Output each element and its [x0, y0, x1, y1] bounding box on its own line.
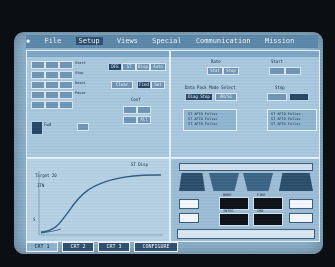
field-label-stop: Stop	[75, 71, 84, 75]
menu-bar: ◆ File Setup Views Special Communication…	[26, 35, 318, 48]
shape-2	[209, 173, 239, 191]
menu-special[interactable]: Special	[152, 37, 182, 45]
left-list: ST AFTO Fullsc ST AFTO Fullsc ST AFTO Fu…	[183, 109, 237, 131]
diag-stop-button[interactable]: Diag Stop	[185, 93, 213, 101]
stop-field-2[interactable]	[289, 93, 309, 101]
find-button[interactable]: Find	[137, 81, 151, 89]
checkbox-block-1[interactable]	[31, 121, 43, 135]
tab-crt-3[interactable]: CRT 3	[98, 242, 130, 252]
graph-panel: ST Disp Target 20 1TN S	[26, 158, 170, 242]
bottom-readout	[177, 229, 315, 239]
field-1[interactable]	[31, 61, 45, 69]
left-list-item[interactable]: ST AFTO Fullsc	[188, 122, 218, 126]
monitor-bezel: ◆ File Setup Views Special Communication…	[0, 0, 335, 267]
right-list-item[interactable]: ST AFTO Fullsc	[271, 117, 301, 121]
conf-button-2[interactable]	[137, 106, 151, 114]
stop-label: Stop	[275, 85, 285, 90]
left-box-2[interactable]	[179, 213, 199, 223]
st-button[interactable]: ST	[122, 63, 136, 71]
right-box-2[interactable]	[289, 213, 313, 223]
tab-crt-2[interactable]: CRT 2	[62, 242, 94, 252]
start-button[interactable]	[269, 67, 285, 75]
integ-box-label: INTEG	[223, 209, 234, 213]
tab-crt-1[interactable]: CRT 1	[26, 242, 58, 252]
all-button[interactable]: All	[137, 116, 151, 124]
disp-button[interactable]: Disp	[136, 63, 150, 71]
field-8[interactable]	[45, 81, 59, 89]
start-label: Start	[271, 59, 284, 64]
conf-label: Conf	[131, 97, 141, 102]
fwd-label: Fwd	[44, 122, 52, 127]
field-label-start: Start	[75, 61, 86, 65]
menu-setup[interactable]: Setup	[75, 37, 103, 45]
auto-button[interactable]: Auto	[150, 63, 166, 71]
field-12[interactable]	[59, 91, 73, 99]
field-15[interactable]	[59, 101, 73, 109]
field-7[interactable]	[31, 81, 45, 89]
field-9[interactable]	[59, 81, 73, 89]
field-label-reset: Reset	[75, 81, 86, 85]
field-14[interactable]	[45, 101, 59, 109]
integ-box[interactable]	[219, 213, 249, 226]
left-list-item[interactable]: ST AFTO Fullsc	[188, 112, 218, 116]
shape-1	[179, 173, 205, 191]
cmd-box-label: CMD	[257, 209, 264, 213]
dfe-button[interactable]: DFE	[108, 63, 122, 71]
menu-views[interactable]: Views	[117, 37, 138, 45]
tab-configure[interactable]: CONFIGURE	[134, 242, 178, 252]
field-13[interactable]	[31, 101, 45, 109]
graph-canvas	[38, 171, 163, 236]
control-panel: MODE FIRE INTEG CMD	[170, 158, 320, 242]
stop-field-1[interactable]	[267, 93, 287, 101]
right-list: ST AFTO Fullsc ST AFTO Fullsc ST AFTO Fu…	[267, 109, 317, 131]
right-box-1[interactable]	[289, 199, 313, 209]
rate-start-button[interactable]: Stat	[207, 67, 223, 75]
clear-button[interactable]: Clear	[111, 81, 133, 89]
field-4[interactable]	[31, 71, 45, 79]
set-button[interactable]: Set	[151, 81, 165, 89]
rate-label: Rate	[211, 59, 221, 64]
screen: ◆ File Setup Views Special Communication…	[14, 32, 323, 254]
shape-3	[243, 173, 273, 191]
right-list-item[interactable]: ST AFTO Fullsc	[271, 112, 301, 116]
right-status-panel: Rate Stat Stop Start Data Pack Mode Sele…	[170, 50, 320, 158]
menu-mission[interactable]: Mission	[265, 37, 295, 45]
rate-stop-button[interactable]: Stop	[223, 67, 239, 75]
stop-button[interactable]	[285, 67, 301, 75]
conf-button-1[interactable]	[123, 106, 137, 114]
right-panel-titlebar	[171, 51, 319, 57]
menu-communication[interactable]: Communication	[196, 37, 251, 45]
field-11[interactable]	[45, 91, 59, 99]
right-list-item[interactable]: ST AFTO Fullsc	[271, 122, 301, 126]
field-6[interactable]	[59, 71, 73, 79]
mode-select-label: Data Pack Mode Select	[185, 85, 236, 90]
field-3[interactable]	[59, 61, 73, 69]
top-strip	[179, 163, 313, 171]
apple-menu-icon[interactable]: ◆	[26, 37, 30, 45]
left-list-item[interactable]: ST AFTO Fullsc	[188, 117, 218, 121]
field-2[interactable]	[45, 61, 59, 69]
ar-s1-button[interactable]: AR/S1	[215, 93, 237, 101]
field-5[interactable]	[45, 71, 59, 79]
left-box-1[interactable]	[179, 199, 199, 209]
cmd-box[interactable]	[253, 213, 283, 226]
shape-4	[279, 173, 313, 191]
left-panel-titlebar	[27, 51, 169, 57]
left-settings-panel: Start Stop Reset Pause Fwd DFE ST Disp A…	[26, 50, 170, 158]
fire-box-label: FIRE	[257, 193, 266, 197]
menu-file[interactable]: File	[44, 37, 61, 45]
conf-button-3[interactable]	[123, 116, 137, 124]
mode-box-label: MODE	[223, 193, 232, 197]
small-toggle[interactable]	[77, 123, 89, 131]
field-label-pause: Pause	[75, 91, 86, 95]
graph-curve	[40, 174, 162, 233]
field-10[interactable]	[31, 91, 45, 99]
